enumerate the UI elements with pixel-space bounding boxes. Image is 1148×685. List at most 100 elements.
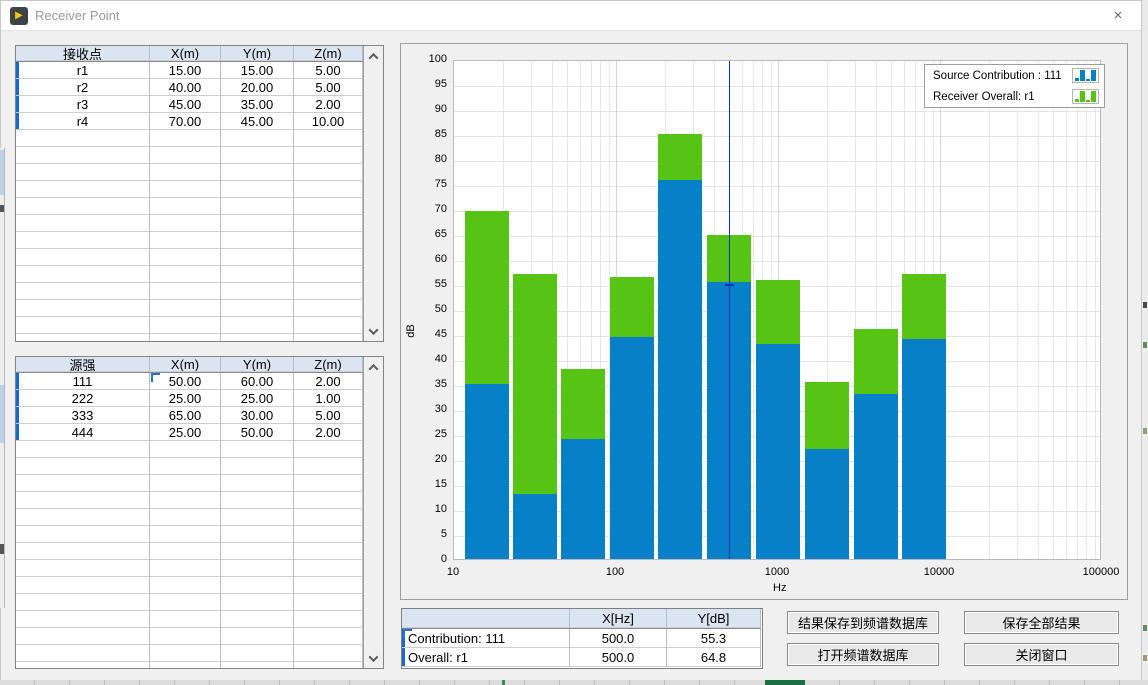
table-cell[interactable]: 30.00 [221, 407, 294, 424]
table-cell[interactable] [16, 611, 150, 628]
scroll-down-icon[interactable] [364, 650, 383, 666]
table-cell[interactable] [16, 662, 150, 669]
table-cell[interactable] [16, 458, 150, 475]
scroll-down-icon[interactable] [364, 323, 383, 339]
table-cell[interactable]: 55.3 [667, 629, 761, 648]
table-cell[interactable] [294, 577, 363, 594]
table-cell[interactable] [221, 645, 294, 662]
table-cell[interactable] [221, 526, 294, 543]
table-cell[interactable] [294, 611, 363, 628]
table-cell[interactable] [150, 492, 221, 509]
table-cell[interactable]: 50.00 [150, 373, 221, 390]
table-cell[interactable] [16, 181, 150, 198]
table-cell[interactable] [150, 317, 221, 334]
table-cell[interactable] [221, 334, 294, 342]
table-row[interactable] [16, 492, 363, 509]
scroll-up-icon[interactable] [364, 359, 383, 375]
table-row[interactable] [16, 147, 363, 164]
table-cell[interactable]: 35.00 [221, 96, 294, 113]
table-cell[interactable] [16, 317, 150, 334]
table-cell[interactable] [16, 441, 150, 458]
table-cell[interactable] [294, 147, 363, 164]
table-cell[interactable] [16, 560, 150, 577]
table-cell[interactable] [16, 300, 150, 317]
table-cell[interactable]: 111 [16, 373, 150, 390]
table-cell[interactable] [221, 509, 294, 526]
table-cell[interactable]: 64.8 [667, 648, 761, 667]
table-cell[interactable] [16, 232, 150, 249]
table-cell[interactable] [221, 300, 294, 317]
cursor-line[interactable] [729, 61, 730, 560]
table-cell[interactable] [294, 164, 363, 181]
table-cell[interactable] [150, 164, 221, 181]
table-row[interactable] [16, 215, 363, 232]
source-table-scrollbar[interactable] [363, 357, 383, 668]
table-cell[interactable] [150, 283, 221, 300]
table-row[interactable] [16, 232, 363, 249]
table-cell[interactable] [16, 577, 150, 594]
table-cell[interactable] [294, 198, 363, 215]
table-row[interactable]: 11150.0060.002.00 [16, 373, 363, 390]
table-cell[interactable] [221, 317, 294, 334]
table-row[interactable]: 33365.0030.005.00 [16, 407, 363, 424]
table-cell[interactable]: 10.00 [294, 113, 363, 130]
table-cell[interactable] [16, 594, 150, 611]
table-cell[interactable] [150, 441, 221, 458]
table-cell[interactable] [221, 198, 294, 215]
table-cell[interactable] [221, 492, 294, 509]
table-cell[interactable] [150, 300, 221, 317]
title-bar[interactable]: ▶ Receiver Point × [1, 1, 1141, 31]
table-cell[interactable] [294, 662, 363, 669]
table-row[interactable]: Contribution: 111500.055.3 [402, 629, 761, 648]
table-cell[interactable] [221, 283, 294, 300]
table-cell[interactable] [150, 645, 221, 662]
table-cell[interactable] [221, 130, 294, 147]
table-row[interactable] [16, 198, 363, 215]
table-cell[interactable]: 2.00 [294, 424, 363, 441]
table-cell[interactable] [150, 475, 221, 492]
table-cell[interactable]: 5.00 [294, 79, 363, 96]
table-cell[interactable] [294, 300, 363, 317]
table-cell[interactable] [221, 543, 294, 560]
close-window-button[interactable]: 关闭窗口 [964, 643, 1119, 666]
table-cell[interactable] [294, 317, 363, 334]
table-row[interactable] [16, 249, 363, 266]
table-cell[interactable] [294, 509, 363, 526]
table-cell[interactable] [16, 198, 150, 215]
table-cell[interactable] [150, 130, 221, 147]
table-row[interactable] [16, 283, 363, 300]
table-cell[interactable] [150, 628, 221, 645]
table-cell[interactable] [294, 594, 363, 611]
table-row[interactable] [16, 628, 363, 645]
table-cell[interactable] [294, 283, 363, 300]
table-cell[interactable] [294, 130, 363, 147]
table-row[interactable] [16, 475, 363, 492]
table-cell[interactable] [221, 441, 294, 458]
table-cell[interactable] [221, 249, 294, 266]
table-row[interactable] [16, 526, 363, 543]
table-cell[interactable] [150, 594, 221, 611]
table-cell[interactable] [221, 662, 294, 669]
table-cell[interactable] [16, 215, 150, 232]
table-cell[interactable] [221, 628, 294, 645]
table-cell[interactable]: 65.00 [150, 407, 221, 424]
table-cell[interactable] [150, 266, 221, 283]
table-row[interactable] [16, 594, 363, 611]
table-cell[interactable]: 2.00 [294, 96, 363, 113]
table-cell[interactable] [16, 509, 150, 526]
close-icon[interactable]: × [1107, 6, 1129, 26]
table-cell[interactable] [150, 215, 221, 232]
table-cell[interactable] [150, 526, 221, 543]
table-row[interactable] [16, 662, 363, 669]
table-row[interactable] [16, 317, 363, 334]
table-row[interactable]: 22225.0025.001.00 [16, 390, 363, 407]
table-cell[interactable]: 60.00 [221, 373, 294, 390]
table-cell[interactable] [150, 232, 221, 249]
table-cell[interactable] [16, 492, 150, 509]
legend-item-overall[interactable]: Receiver Overall: r1 [925, 86, 1104, 107]
table-cell[interactable]: 2.00 [294, 373, 363, 390]
table-cell[interactable] [16, 266, 150, 283]
table-cell[interactable] [294, 475, 363, 492]
table-row[interactable] [16, 266, 363, 283]
table-cell[interactable] [150, 181, 221, 198]
